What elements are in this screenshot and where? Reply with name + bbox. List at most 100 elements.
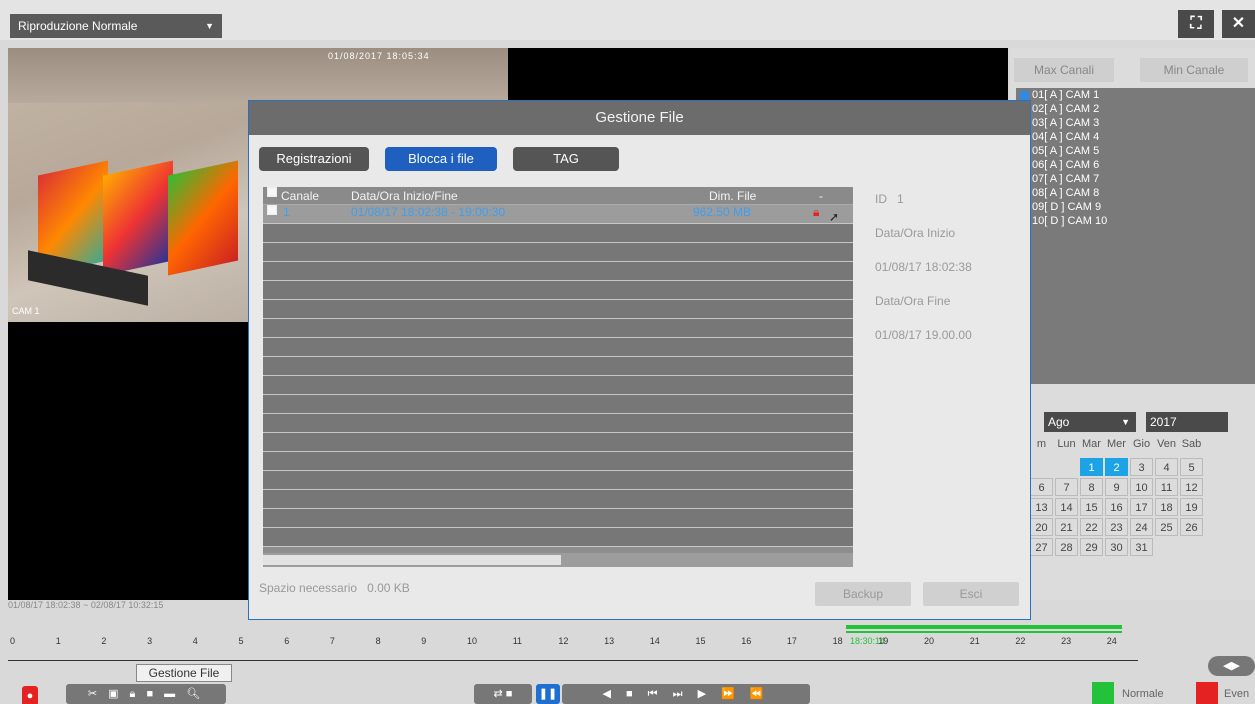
calendar-day: [1155, 538, 1178, 556]
scrollbar-thumb[interactable]: [263, 555, 561, 565]
channel-item[interactable]: 08[ A ] CAM 8: [1016, 186, 1255, 200]
legend-event-swatch: [1196, 682, 1218, 704]
calendar-day[interactable]: 15: [1080, 498, 1103, 516]
calendar-day: [1030, 458, 1053, 476]
lock-icon[interactable]: 🔒︎: [813, 205, 819, 220]
mouse-cursor-icon: ➚: [829, 210, 840, 224]
channel-item[interactable]: 02[ A ] CAM 2: [1016, 102, 1255, 116]
calendar-day[interactable]: 11: [1155, 478, 1178, 496]
edit-toolbar[interactable]: ✂ ▣ 🔒︎ ■ ▬ 🔍︎: [66, 684, 226, 704]
pause-icon[interactable]: ❚❚: [536, 684, 560, 704]
timeline-tick-label: 5: [238, 636, 244, 646]
calendar-day[interactable]: 7: [1055, 478, 1078, 496]
timeline-tick-label: 12: [558, 636, 569, 646]
calendar-day[interactable]: 30: [1105, 538, 1128, 556]
calendar-day[interactable]: 5: [1180, 458, 1203, 476]
painting-panel: [168, 160, 238, 276]
channel-item[interactable]: 04[ A ] CAM 4: [1016, 130, 1255, 144]
record-icon[interactable]: ●: [22, 686, 38, 704]
calendar-day[interactable]: 4: [1155, 458, 1178, 476]
min-channels-button[interactable]: Min Canale: [1140, 58, 1248, 82]
calendar-day[interactable]: 12: [1180, 478, 1203, 496]
calendar-day[interactable]: 26: [1180, 518, 1203, 536]
calendar-day[interactable]: 27: [1030, 538, 1053, 556]
year-input[interactable]: 2017: [1146, 412, 1228, 432]
tab-recordings[interactable]: Registrazioni: [259, 147, 369, 171]
camera-osd-time: 01/08/2017 18:05:34: [328, 51, 430, 61]
recording-bar: [846, 625, 1122, 629]
timeline-tick-label: 22: [1015, 636, 1026, 646]
calendar-day[interactable]: 2: [1105, 458, 1128, 476]
calendar-day[interactable]: 20: [1030, 518, 1053, 536]
calendar-day[interactable]: 23: [1105, 518, 1128, 536]
max-channels-button[interactable]: Max Canali: [1014, 58, 1114, 82]
calendar-day[interactable]: 1: [1080, 458, 1103, 476]
fullscreen-icon[interactable]: ⛶: [1178, 10, 1214, 38]
calendar-day[interactable]: 21: [1055, 518, 1078, 536]
tab-lock-files[interactable]: Blocca i file: [385, 147, 497, 171]
exit-button[interactable]: Esci: [923, 582, 1019, 606]
calendar-day[interactable]: 29: [1080, 538, 1103, 556]
recording-range: 01/08/17 18:02:38 ~ 02/08/17 10:32:15: [8, 600, 164, 610]
calendar-week: 12345: [1030, 458, 1255, 478]
timeline-tick-label: 19: [878, 636, 889, 646]
channel-item[interactable]: 06[ A ] CAM 6: [1016, 158, 1255, 172]
playback-mode-select[interactable]: Riproduzione Normale ▼: [10, 14, 222, 38]
calendar-day[interactable]: 10: [1130, 478, 1153, 496]
table-row[interactable]: 1 01/08/17 18:02:38 - 19:00:30 962.50 MB…: [263, 205, 853, 224]
info-id-value: 1: [897, 192, 904, 206]
calendar-day[interactable]: 8: [1080, 478, 1103, 496]
cell-channel: 1: [283, 205, 290, 219]
tab-tag[interactable]: TAG: [513, 147, 619, 171]
calendar-day[interactable]: 9: [1105, 478, 1128, 496]
table-row: [263, 376, 853, 395]
timeline-tick-label: 20: [924, 636, 935, 646]
channel-item[interactable]: 03[ A ] CAM 3: [1016, 116, 1255, 130]
horizontal-scrollbar[interactable]: [263, 553, 853, 567]
cell-datetime: 01/08/17 18:02:38 - 19:00:30: [351, 205, 506, 219]
row-checkbox[interactable]: [267, 205, 277, 215]
playback-controls[interactable]: ◀ ■ ⏮ ⏭ ▶ ⏩ ⏪: [562, 684, 810, 704]
calendar-day[interactable]: 24: [1130, 518, 1153, 536]
calendar-day[interactable]: 17: [1130, 498, 1153, 516]
channel-item[interactable]: 01[ A ] CAM 1: [1016, 88, 1255, 102]
ceiling: [8, 48, 508, 103]
calendar-week: 13 14 15 16 17 18 19: [1030, 498, 1255, 518]
timeline-tick-label: 21: [969, 636, 980, 646]
timeline-tick-label: 3: [147, 636, 153, 646]
month-select[interactable]: Ago ▼: [1044, 412, 1136, 432]
calendar-day[interactable]: 19: [1180, 498, 1203, 516]
channel-item[interactable]: 09[ D ] CAM 9: [1016, 200, 1255, 214]
timeline-track[interactable]: [8, 660, 1138, 661]
close-icon[interactable]: ✕: [1222, 10, 1255, 38]
timeline-nav-arrows[interactable]: ◀▶: [1208, 656, 1255, 676]
file-list: Canale Data/Ora Inizio/Fine Dim. File - …: [263, 187, 853, 567]
calendar-day[interactable]: 22: [1080, 518, 1103, 536]
calendar-day: [1180, 538, 1203, 556]
legend-normal-label: Normale: [1122, 688, 1164, 700]
calendar-day[interactable]: 14: [1055, 498, 1078, 516]
file-management-dialog: Gestione File Registrazioni Blocca i fil…: [248, 100, 1031, 620]
select-all-checkbox[interactable]: [267, 187, 277, 197]
calendar-day[interactable]: 25: [1155, 518, 1178, 536]
calendar-day[interactable]: 16: [1105, 498, 1128, 516]
channel-item[interactable]: 10[ D ] CAM 10: [1016, 214, 1255, 228]
timeline-tick-label: 8: [375, 636, 381, 646]
timeline-tick-label: 11: [512, 636, 523, 646]
channel-item[interactable]: 07[ A ] CAM 7: [1016, 172, 1255, 186]
playback-options[interactable]: ⇄ ■: [474, 684, 532, 704]
calendar-day[interactable]: 13: [1030, 498, 1053, 516]
calendar-day[interactable]: 31: [1130, 538, 1153, 556]
calendar-day[interactable]: 28: [1055, 538, 1078, 556]
legend-event-label: Even: [1224, 688, 1250, 700]
table-row: [263, 528, 853, 547]
calendar-day[interactable]: 6: [1030, 478, 1053, 496]
backup-button[interactable]: Backup: [815, 582, 911, 606]
timeline-tick-label: 2: [101, 636, 107, 646]
calendar-day[interactable]: 18: [1155, 498, 1178, 516]
channel-item[interactable]: 05[ A ] CAM 5: [1016, 144, 1255, 158]
calendar-week: 27 28 29 30 31: [1030, 538, 1255, 558]
calendar-day[interactable]: 3: [1130, 458, 1153, 476]
dialog-title: Gestione File: [249, 101, 1030, 135]
table-row: [263, 319, 853, 338]
